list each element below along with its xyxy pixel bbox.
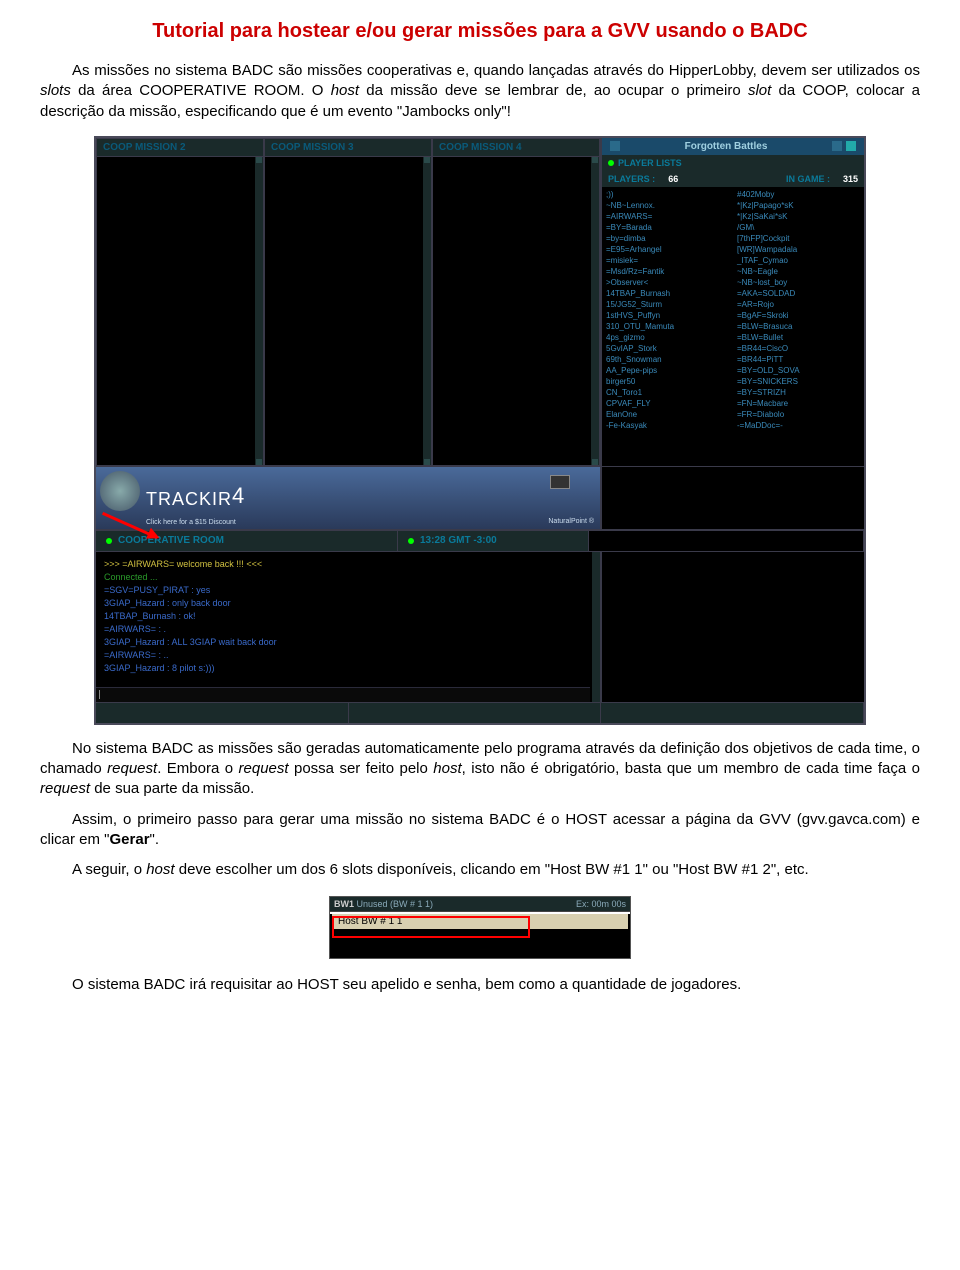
player-item[interactable]: birger50 [606,376,729,387]
tab-coop-2[interactable]: COOP MISSION 2 [97,139,263,157]
scrollbar[interactable] [592,552,600,702]
player-item[interactable]: [WR]Wampadala [737,244,860,255]
chat-line: =AIRWARS= : .. [104,649,592,662]
player-item[interactable]: =FR=Diabolo [737,409,860,420]
red-highlight-box [332,916,530,938]
led-icon [106,538,112,544]
chat-line: =SGV=PUSY_PIRAT : yes [104,584,592,597]
screenshot-slot-select: BW1 Unused (BW # 1 1)Ex: 00m 00s Host BW… [329,896,631,959]
player-item[interactable]: CN_Toro1 [606,387,729,398]
paragraph-4: A seguir, o host deve escolher um dos 6 … [40,860,920,880]
player-item[interactable]: =BY=STRIZH [737,387,860,398]
player-item[interactable]: ~NB~Lennox. [606,200,729,211]
player-item[interactable]: /GM\ [737,222,860,233]
player-item[interactable]: =by=dimba [606,233,729,244]
player-item[interactable]: #402Moby [737,189,860,200]
cooperative-room-button[interactable]: COOPERATIVE ROOM [96,531,398,551]
player-item[interactable]: =BR44=CiscO [737,343,860,354]
scrollbar[interactable] [255,157,263,465]
player-item[interactable]: AA_Pepe-pips [606,365,729,376]
trackir-logo-icon [100,471,140,511]
close-icon[interactable] [846,141,856,151]
player-item[interactable]: =BY=SNICKERS [737,376,860,387]
player-item[interactable]: ~NB~lost_boy [737,277,860,288]
player-item[interactable]: *|Kz|Papago*sK [737,200,860,211]
player-item[interactable]: =Msd/Rz=Fantik [606,266,729,277]
chat-line: 3GIAP_Hazard : 8 pilot s:))) [104,662,592,675]
led-icon [608,160,614,166]
player-item[interactable]: =AIRWARS= [606,211,729,222]
player-item[interactable]: -=MaDDoc=- [737,420,860,431]
page-title: Tutorial para hostear e/ou gerar missões… [40,20,920,43]
player-item[interactable]: =BgAF=Skroki [737,310,860,321]
paragraph-5: O sistema BADC irá requisitar ao HOST se… [40,975,920,995]
player-item[interactable]: _ITAF_Cymao [737,255,860,266]
player-list-right[interactable]: #402Moby*|Kz|Papago*sK*|Kz|SaKai*sK/GM\[… [733,187,864,466]
paragraph-1: As missões no sistema BADC são missões c… [40,61,920,122]
player-item[interactable]: 69th_Snowman [606,354,729,365]
player-item[interactable]: =BLW=Brasuca [737,321,860,332]
player-item[interactable]: 15/JG52_Sturm [606,299,729,310]
player-item[interactable]: 14TBAP_Burnash [606,288,729,299]
player-item[interactable]: =BR44=PiTT [737,354,860,365]
player-item[interactable]: 5GvIAP_Stork [606,343,729,354]
paragraph-3: Assim, o primeiro passo para gerar uma m… [40,810,920,851]
chat-line: 3GIAP_Hazard : ALL 3GIAP wait back door [104,636,592,649]
player-item[interactable]: =E95=Arhangel [606,244,729,255]
scrollbar[interactable] [591,157,599,465]
mission-columns: COOP MISSION 2 COOP MISSION 3 COOP MISSI… [96,138,600,466]
status-bar [96,702,864,723]
player-item[interactable]: =AR=Rojo [737,299,860,310]
player-item[interactable]: =BY=Barada [606,222,729,233]
chat-line: =AIRWARS= : . [104,623,592,636]
camera-icon [550,475,570,489]
player-item[interactable]: *|Kz|SaKai*sK [737,211,860,222]
player-item[interactable]: CPVAF_FLY [606,398,729,409]
chat-line: 3GIAP_Hazard : only back door [104,597,592,610]
player-item[interactable]: =BLW=Bullet [737,332,860,343]
player-item[interactable]: =misiek= [606,255,729,266]
tab-coop-3[interactable]: COOP MISSION 3 [265,139,431,157]
player-lists-header: PLAYER LISTS [602,155,864,171]
player-item[interactable]: =FN=Macbare [737,398,860,409]
time-display: 13:28 GMT -3:00 [398,531,589,551]
chat-line: Connected ... [104,571,592,584]
player-item[interactable]: 1stHVS_Puffyn [606,310,729,321]
player-item[interactable]: ;)) [606,189,729,200]
chat-log: >>> =AIRWARS= welcome back !!! <<<Connec… [96,552,600,702]
player-item[interactable]: 310_OTU_Mamuta [606,321,729,332]
led-icon [408,538,414,544]
chat-line: >>> =AIRWARS= welcome back !!! <<< [104,558,592,571]
player-item[interactable]: =BY=OLD_SOVA [737,365,860,376]
minimize-icon[interactable] [832,141,842,151]
player-counts: PLAYERS : 66IN GAME : 315 [602,171,864,187]
player-item[interactable]: ElanOne [606,409,729,420]
screenshot-hipperlobby: COOP MISSION 2 COOP MISSION 3 COOP MISSI… [94,136,866,725]
paragraph-2: No sistema BADC as missões são geradas a… [40,739,920,800]
window-titlebar: Forgotten Battles [602,138,864,155]
player-item[interactable]: 4ps_gizmo [606,332,729,343]
player-list-left[interactable]: ;))~NB~Lennox.=AIRWARS==BY=Barada=by=dim… [602,187,733,466]
player-item[interactable]: >Observer< [606,277,729,288]
chat-line: 14TBAP_Burnash : ok! [104,610,592,623]
chat-input[interactable] [96,687,590,702]
player-item[interactable]: [7thFP]Cockpit [737,233,860,244]
player-item[interactable]: =AKA=SOLDAD [737,288,860,299]
dropdown-icon[interactable] [610,141,620,151]
tab-coop-4[interactable]: COOP MISSION 4 [433,139,599,157]
scrollbar[interactable] [423,157,431,465]
ad-banner[interactable]: TRACKIR4 Click here for a $15 Discount N… [96,467,600,529]
player-item[interactable]: ~NB~Eagle [737,266,860,277]
player-item[interactable]: -Fe-Kasyak [606,420,729,431]
